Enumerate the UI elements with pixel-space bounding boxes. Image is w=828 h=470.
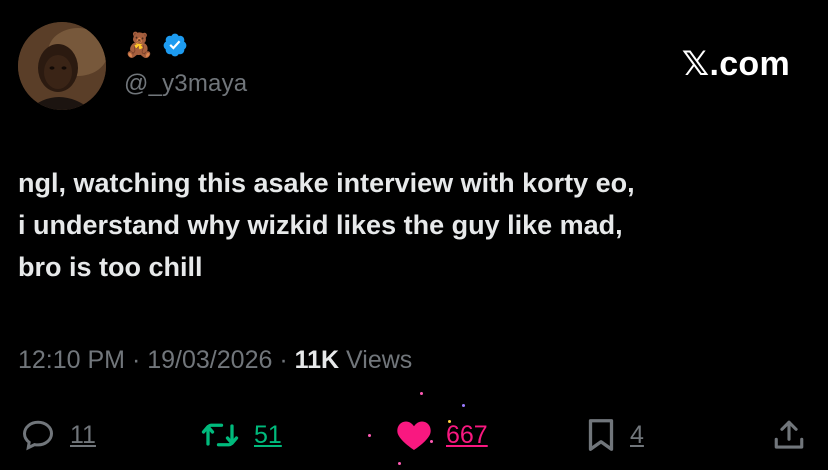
like-sparkle (420, 392, 423, 395)
repost-icon (201, 423, 239, 447)
like-sparkle (368, 434, 371, 437)
repost-count[interactable]: 51 (254, 421, 282, 450)
avatar[interactable] (18, 22, 106, 110)
reply-icon (22, 420, 54, 451)
tweet-text: ngl, watching this asake interview with … (18, 168, 635, 282)
views-count: 11K (294, 346, 340, 374)
bookmark-count[interactable]: 4 (630, 421, 644, 450)
user-name-row: 🧸 (124, 30, 188, 60)
display-name-emoji[interactable]: 🧸 (124, 30, 154, 60)
action-bar: 11 51 667 4 (0, 412, 828, 458)
tweet-date[interactable]: 19/03/2026 (147, 346, 272, 374)
tweet-time[interactable]: 12:10 PM (18, 346, 125, 374)
like-sparkle (398, 462, 401, 465)
repost-button[interactable]: 51 (200, 412, 282, 458)
heart-icon (397, 421, 431, 450)
like-count[interactable]: 667 (446, 421, 488, 450)
verified-badge-icon (163, 33, 187, 57)
reply-count[interactable]: 11 (70, 421, 96, 450)
avatar-photo (18, 22, 106, 110)
reply-button[interactable]: 11 (20, 412, 96, 458)
like-button[interactable]: 667 (396, 412, 488, 458)
like-sparkle (448, 420, 451, 423)
share-icon (774, 420, 804, 449)
meta-separator: · (279, 346, 288, 374)
site-label: 𝕏.com (681, 45, 790, 83)
views-label: Views (346, 346, 413, 374)
like-sparkle (462, 404, 465, 407)
tweet-meta: 12:10 PM · 19/03/2026 · 11K Views (18, 346, 412, 375)
meta-separator: · (131, 346, 141, 374)
user-handle[interactable]: @_y3maya (124, 70, 247, 98)
bookmark-button[interactable]: 4 (586, 412, 644, 458)
like-sparkle (430, 440, 433, 443)
share-button[interactable] (772, 412, 806, 458)
bookmark-icon (588, 419, 614, 451)
